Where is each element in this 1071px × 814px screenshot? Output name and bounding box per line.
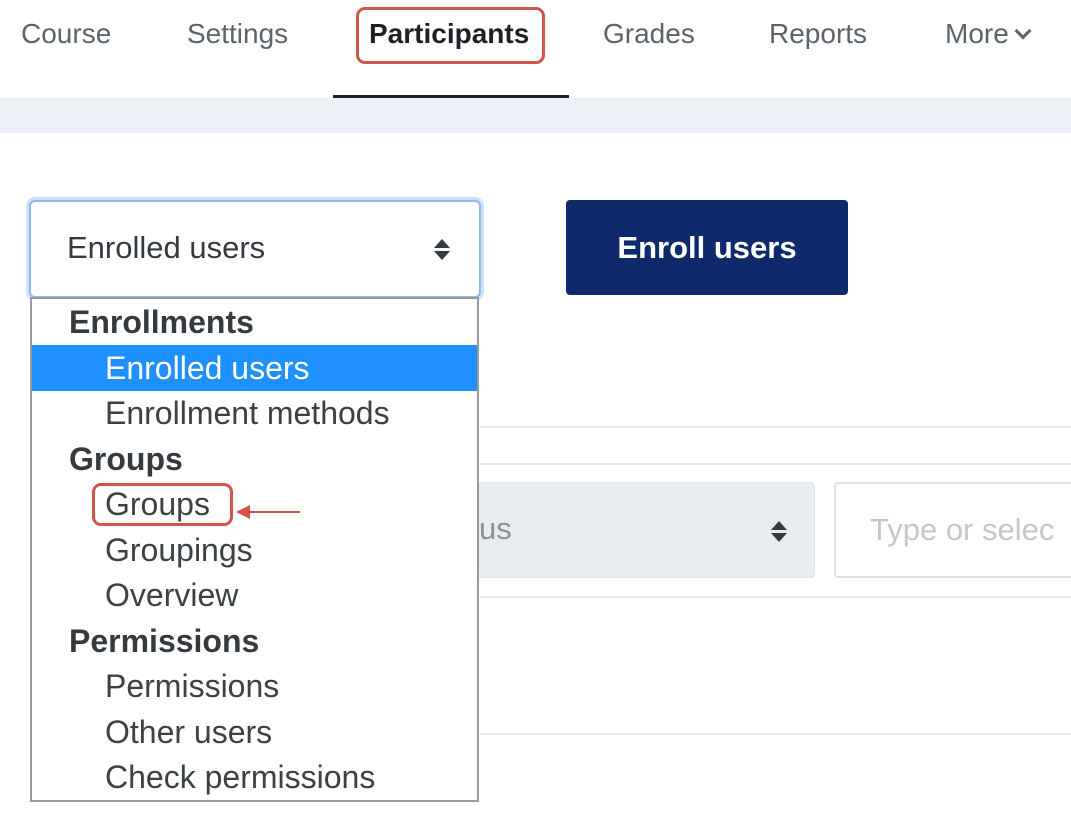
optgroup-enrollments: Enrollments xyxy=(69,304,254,340)
tab-more[interactable]: More xyxy=(945,16,1032,52)
groups-highlight-box xyxy=(92,483,233,526)
filter-panel-divider xyxy=(480,463,1071,465)
tab-more-label: More xyxy=(945,18,1009,49)
option-permissions[interactable]: Permissions xyxy=(32,663,477,709)
tab-settings[interactable]: Settings xyxy=(187,16,288,52)
filter-match-value: us xyxy=(479,511,512,546)
header-band xyxy=(0,98,1071,133)
optgroup-groups: Groups xyxy=(69,441,183,477)
filter-type-placeholder: Type or selec xyxy=(870,512,1055,547)
secondary-navigation: Course Settings Participants Grades Repo… xyxy=(0,0,1071,98)
annotation-arrow-icon xyxy=(236,505,250,519)
enrolment-select-value: Enrolled users xyxy=(67,230,266,265)
tab-grades[interactable]: Grades xyxy=(603,16,695,52)
tab-reports[interactable]: Reports xyxy=(769,16,867,52)
option-enrolled-users[interactable]: Enrolled users xyxy=(32,345,477,391)
filter-panel-divider xyxy=(480,596,1071,598)
annotation-arrow-line xyxy=(246,511,300,513)
filter-panel xyxy=(480,426,1071,735)
optgroup-permissions: Permissions xyxy=(69,623,260,659)
option-check-permissions[interactable]: Check permissions xyxy=(32,754,477,800)
option-groupings[interactable]: Groupings xyxy=(32,527,477,573)
tab-course[interactable]: Course xyxy=(21,16,111,52)
enrolment-select-dropdown: Enrollments Enrolled users Enrollment me… xyxy=(30,297,479,802)
participants-highlight-box xyxy=(356,7,545,64)
option-other-users[interactable]: Other users xyxy=(32,709,477,755)
filter-type-input[interactable]: Type or selec xyxy=(834,482,1071,578)
option-enrollment-methods[interactable]: Enrollment methods xyxy=(32,390,477,436)
chevron-down-icon xyxy=(1014,22,1032,40)
filter-match-select[interactable]: us xyxy=(478,482,815,578)
option-overview[interactable]: Overview xyxy=(32,572,477,618)
enrolment-navigation-select[interactable]: Enrolled users xyxy=(29,200,481,298)
enroll-users-button[interactable]: Enroll users xyxy=(566,200,848,295)
